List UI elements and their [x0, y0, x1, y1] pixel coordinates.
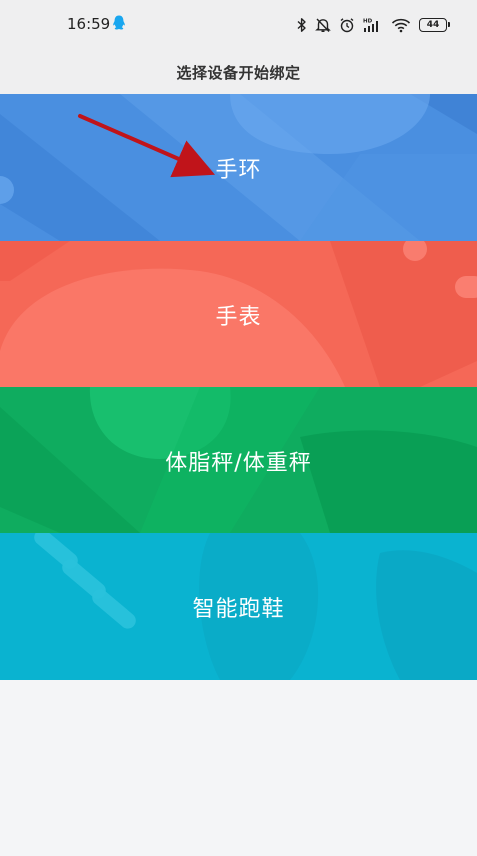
battery-level: 44 [426, 20, 440, 30]
page-header: 选择设备开始绑定 [0, 50, 477, 94]
hd-signal-icon: HD [363, 19, 378, 32]
device-option-shoes[interactable]: 智能跑鞋 [0, 533, 477, 680]
svg-text:HD: HD [363, 19, 373, 25]
qq-icon [113, 15, 125, 30]
status-time: 16:59 [67, 15, 111, 33]
mute-icon [315, 18, 331, 32]
status-bar: 16:59 HD 44 [0, 0, 477, 50]
device-label-band: 手环 [215, 157, 262, 183]
battery-icon: 44 [419, 18, 450, 32]
device-label-watch: 手表 [215, 304, 262, 330]
status-icons: HD 44 [297, 15, 450, 35]
device-option-scale[interactable]: 体脂秤/体重秤 [0, 387, 477, 534]
wifi-icon [391, 18, 411, 33]
device-label-shoes: 智能跑鞋 [192, 596, 285, 622]
device-option-band[interactable]: 手环 [0, 94, 477, 241]
bluetooth-icon [297, 18, 306, 32]
device-label-scale: 体脂秤/体重秤 [165, 450, 312, 476]
alarm-icon [340, 18, 354, 33]
page-title: 选择设备开始绑定 [176, 63, 301, 82]
device-option-watch[interactable]: 手表 [0, 241, 477, 388]
